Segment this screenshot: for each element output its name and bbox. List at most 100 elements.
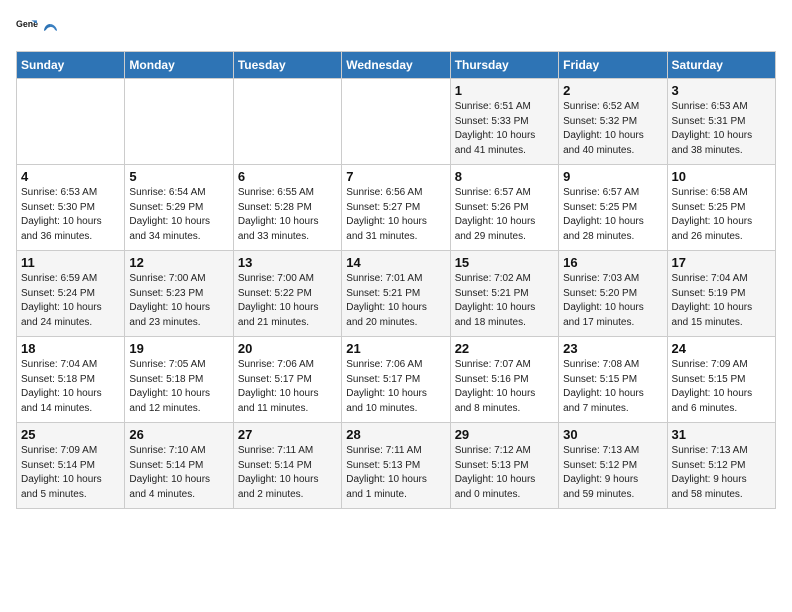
day-number: 5 [129, 169, 228, 184]
day-number: 14 [346, 255, 445, 270]
calendar-cell: 24 Sunrise: 7:09 AM Sunset: 5:15 PM Dayli… [667, 337, 775, 423]
calendar-week-4: 18 Sunrise: 7:04 AM Sunset: 5:18 PM Dayli… [17, 337, 776, 423]
calendar-cell: 3 Sunrise: 6:53 AM Sunset: 5:31 PM Daylig… [667, 79, 775, 165]
calendar-week-2: 4Sunrise: 6:53 AM Sunset: 5:30 PM Daylig… [17, 165, 776, 251]
day-number: 28 [346, 427, 445, 442]
day-info: Sunrise: 7:00 AM Sunset: 5:23 PM Dayligh… [129, 272, 228, 330]
calendar-week-3: 11 Sunrise: 6:59 AM Sunset: 5:24 PM Dayli… [17, 251, 776, 337]
day-number: 6 [238, 169, 337, 184]
day-number: 27 [238, 427, 337, 442]
day-info: Sunrise: 7:08 AM Sunset: 5:15 PM Dayligh… [563, 358, 662, 416]
day-number: 2 [563, 83, 662, 98]
day-info: Sunrise: 7:09 AM Sunset: 5:14 PM Dayligh… [21, 444, 120, 502]
calendar-cell: 10Sunrise: 6:58 AM Sunset: 5:25 PM Dayli… [667, 165, 775, 251]
calendar-cell: 31 Sunrise: 7:13 AM Sunset: 5:12 PM Dayli… [667, 423, 775, 509]
day-number: 3 [672, 83, 771, 98]
calendar-cell: 23 Sunrise: 7:08 AM Sunset: 5:15 PM Dayli… [559, 337, 667, 423]
day-number: 23 [563, 341, 662, 356]
calendar-cell: 26Sunrise: 7:10 AM Sunset: 5:14 PM Dayli… [125, 423, 233, 509]
day-info: Sunrise: 7:02 AM Sunset: 5:21 PM Dayligh… [455, 272, 554, 330]
calendar-week-1: 1Sunrise: 6:51 AM Sunset: 5:33 PM Daylig… [17, 79, 776, 165]
day-info: Sunrise: 7:11 AM Sunset: 5:14 PM Dayligh… [238, 444, 337, 502]
calendar-cell: 7Sunrise: 6:56 AM Sunset: 5:27 PM Daylig… [342, 165, 450, 251]
logo-graphic: General [16, 16, 38, 43]
day-info: Sunrise: 7:05 AM Sunset: 5:18 PM Dayligh… [129, 358, 228, 416]
day-number: 18 [21, 341, 120, 356]
day-number: 17 [672, 255, 771, 270]
day-info: Sunrise: 7:00 AM Sunset: 5:22 PM Dayligh… [238, 272, 337, 330]
calendar-cell: 12 Sunrise: 7:00 AM Sunset: 5:23 PM Dayli… [125, 251, 233, 337]
day-info: Sunrise: 6:59 AM Sunset: 5:24 PM Dayligh… [21, 272, 120, 330]
day-info: Sunrise: 7:09 AM Sunset: 5:15 PM Dayligh… [672, 358, 771, 416]
calendar-cell [342, 79, 450, 165]
calendar-cell: 4Sunrise: 6:53 AM Sunset: 5:30 PM Daylig… [17, 165, 125, 251]
calendar-cell: 25 Sunrise: 7:09 AM Sunset: 5:14 PM Dayli… [17, 423, 125, 509]
day-number: 21 [346, 341, 445, 356]
header-thursday: Thursday [450, 52, 558, 79]
day-info: Sunrise: 7:01 AM Sunset: 5:21 PM Dayligh… [346, 272, 445, 330]
calendar-cell: 27 Sunrise: 7:11 AM Sunset: 5:14 PM Dayli… [233, 423, 341, 509]
day-number: 26 [129, 427, 228, 442]
day-info: Sunrise: 6:52 AM Sunset: 5:32 PM Dayligh… [563, 100, 662, 158]
header: General [16, 16, 776, 43]
calendar-cell: 16 Sunrise: 7:03 AM Sunset: 5:20 PM Dayli… [559, 251, 667, 337]
calendar-cell [233, 79, 341, 165]
day-number: 11 [21, 255, 120, 270]
day-info: Sunrise: 6:57 AM Sunset: 5:26 PM Dayligh… [455, 186, 554, 244]
calendar-cell: 6 Sunrise: 6:55 AM Sunset: 5:28 PM Daylig… [233, 165, 341, 251]
calendar-cell: 20Sunrise: 7:06 AM Sunset: 5:17 PM Dayli… [233, 337, 341, 423]
calendar-cell: 2 Sunrise: 6:52 AM Sunset: 5:32 PM Daylig… [559, 79, 667, 165]
calendar-cell: 14 Sunrise: 7:01 AM Sunset: 5:21 PM Dayli… [342, 251, 450, 337]
day-number: 15 [455, 255, 554, 270]
day-info: Sunrise: 6:57 AM Sunset: 5:25 PM Dayligh… [563, 186, 662, 244]
day-info: Sunrise: 7:04 AM Sunset: 5:18 PM Dayligh… [21, 358, 120, 416]
calendar-cell: 30Sunrise: 7:13 AM Sunset: 5:12 PM Dayli… [559, 423, 667, 509]
day-number: 30 [563, 427, 662, 442]
day-info: Sunrise: 7:06 AM Sunset: 5:17 PM Dayligh… [346, 358, 445, 416]
calendar-cell [17, 79, 125, 165]
calendar-cell: 22 Sunrise: 7:07 AM Sunset: 5:16 PM Dayli… [450, 337, 558, 423]
day-info: Sunrise: 7:07 AM Sunset: 5:16 PM Dayligh… [455, 358, 554, 416]
day-number: 25 [21, 427, 120, 442]
day-info: Sunrise: 6:58 AM Sunset: 5:25 PM Dayligh… [672, 186, 771, 244]
day-number: 29 [455, 427, 554, 442]
day-number: 12 [129, 255, 228, 270]
day-info: Sunrise: 6:54 AM Sunset: 5:29 PM Dayligh… [129, 186, 228, 244]
calendar-table: SundayMondayTuesdayWednesdayThursdayFrid… [16, 51, 776, 509]
day-number: 31 [672, 427, 771, 442]
calendar-cell: 1Sunrise: 6:51 AM Sunset: 5:33 PM Daylig… [450, 79, 558, 165]
day-info: Sunrise: 7:03 AM Sunset: 5:20 PM Dayligh… [563, 272, 662, 330]
calendar-cell: 5 Sunrise: 6:54 AM Sunset: 5:29 PM Daylig… [125, 165, 233, 251]
day-info: Sunrise: 7:04 AM Sunset: 5:19 PM Dayligh… [672, 272, 771, 330]
day-info: Sunrise: 6:55 AM Sunset: 5:28 PM Dayligh… [238, 186, 337, 244]
calendar-cell: 8 Sunrise: 6:57 AM Sunset: 5:26 PM Daylig… [450, 165, 558, 251]
calendar-cell [125, 79, 233, 165]
header-wednesday: Wednesday [342, 52, 450, 79]
header-sunday: Sunday [17, 52, 125, 79]
calendar-cell: 29 Sunrise: 7:12 AM Sunset: 5:13 PM Dayli… [450, 423, 558, 509]
day-info: Sunrise: 7:13 AM Sunset: 5:12 PM Dayligh… [672, 444, 771, 502]
calendar-cell: 9Sunrise: 6:57 AM Sunset: 5:25 PM Daylig… [559, 165, 667, 251]
day-number: 8 [455, 169, 554, 184]
header-tuesday: Tuesday [233, 52, 341, 79]
day-info: Sunrise: 7:12 AM Sunset: 5:13 PM Dayligh… [455, 444, 554, 502]
day-number: 1 [455, 83, 554, 98]
header-friday: Friday [559, 52, 667, 79]
header-saturday: Saturday [667, 52, 775, 79]
calendar-cell: 17 Sunrise: 7:04 AM Sunset: 5:19 PM Dayli… [667, 251, 775, 337]
calendar-cell: 11 Sunrise: 6:59 AM Sunset: 5:24 PM Dayli… [17, 251, 125, 337]
calendar-cell: 28 Sunrise: 7:11 AM Sunset: 5:13 PM Dayli… [342, 423, 450, 509]
logo: General [16, 16, 59, 43]
day-number: 13 [238, 255, 337, 270]
day-number: 4 [21, 169, 120, 184]
day-number: 24 [672, 341, 771, 356]
calendar-cell: 21 Sunrise: 7:06 AM Sunset: 5:17 PM Dayli… [342, 337, 450, 423]
day-number: 19 [129, 341, 228, 356]
day-number: 16 [563, 255, 662, 270]
logo-bird-icon [41, 22, 59, 40]
day-number: 22 [455, 341, 554, 356]
calendar-cell: 19 Sunrise: 7:05 AM Sunset: 5:18 PM Dayli… [125, 337, 233, 423]
day-info: Sunrise: 7:11 AM Sunset: 5:13 PM Dayligh… [346, 444, 445, 502]
day-number: 20 [238, 341, 337, 356]
day-info: Sunrise: 6:53 AM Sunset: 5:31 PM Dayligh… [672, 100, 771, 158]
